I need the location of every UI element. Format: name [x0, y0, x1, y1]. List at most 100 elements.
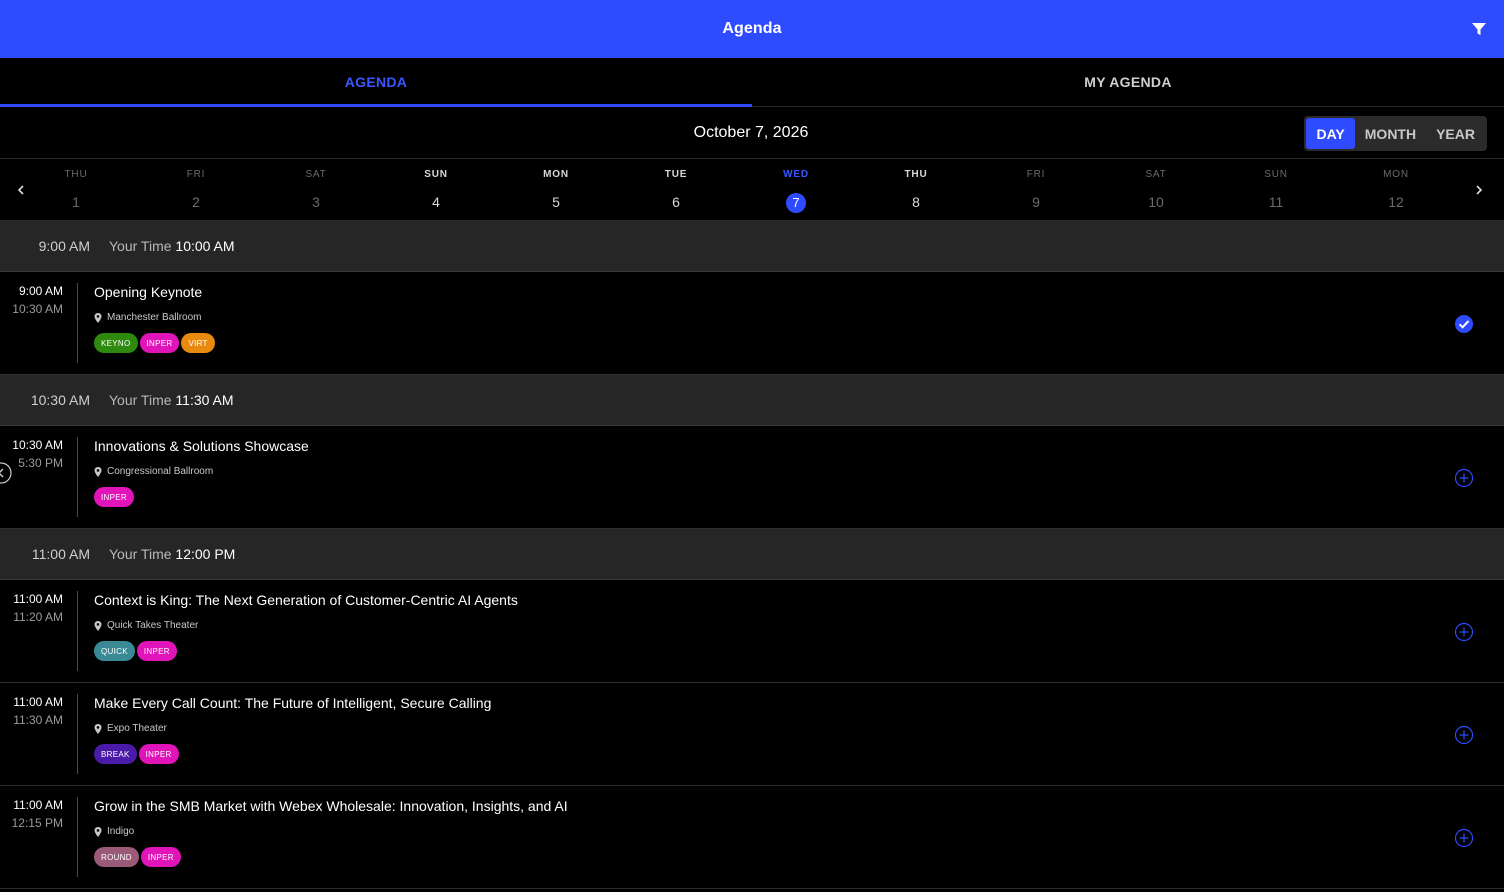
session-start-time: 11:00 AM: [13, 798, 63, 812]
day-item[interactable]: MON 5: [526, 169, 586, 212]
day-item[interactable]: FRI 9: [1006, 169, 1066, 212]
session-location: Expo Theater: [94, 723, 167, 734]
day-of-week: SAT: [305, 169, 327, 180]
session-start-time: 9:00 AM: [18, 284, 63, 298]
day-item[interactable]: MON 12: [1366, 169, 1426, 212]
day-number: 1: [46, 192, 106, 212]
day-number-text: 11: [1268, 194, 1284, 210]
chevron-right-icon[interactable]: [1469, 179, 1489, 201]
location-pin-icon: [94, 826, 102, 837]
location-pin-icon: [94, 312, 102, 323]
day-number-text: 6: [672, 194, 680, 210]
filter-icon[interactable]: [1468, 18, 1490, 40]
timeline-divider: [77, 591, 78, 671]
slot-time: 9:00 AM: [38, 238, 90, 254]
check-circle-icon[interactable]: [1454, 314, 1474, 334]
day-item[interactable]: FRI 2: [166, 169, 226, 212]
day-of-week: MON: [1383, 169, 1409, 180]
location-text: Quick Takes Theater: [107, 620, 199, 631]
add-circle-icon[interactable]: [1454, 622, 1474, 642]
day-number: 3: [286, 192, 346, 212]
session-tag: BREAK: [94, 744, 137, 764]
session-title[interactable]: Opening Keynote: [94, 284, 202, 300]
session-tag: INPER: [138, 744, 179, 764]
session-tag: KEYNO: [94, 333, 138, 353]
slot-your-time: Your Time 11:30 AM: [109, 392, 234, 408]
day-item[interactable]: WED 7: [766, 169, 826, 213]
tab-my-agenda[interactable]: MY AGENDA: [752, 58, 1504, 106]
day-number-text: 3: [312, 194, 320, 210]
add-circle-icon[interactable]: [1454, 828, 1474, 848]
day-number: 10: [1126, 192, 1186, 212]
your-time-label: Your Time: [109, 238, 172, 254]
chevron-left-icon[interactable]: [11, 179, 31, 201]
day-number-text: 1: [72, 194, 80, 210]
your-time-value: 10:00 AM: [175, 238, 235, 254]
session-row[interactable]: 11:00 AM 11:30 AM Make Every Call Count: T…: [0, 683, 1504, 786]
view-year-button[interactable]: YEAR: [1426, 118, 1485, 149]
day-number: 6: [646, 192, 706, 212]
session-title[interactable]: Make Every Call Count: The Future of Int…: [94, 695, 491, 711]
day-strip: THU 1 FRI 2 SAT 3 SUN 4 MON 5 TUE 6 WED 7 THU 8 FRI 9 SAT 1…: [0, 159, 1504, 221]
day-number-text: 2: [192, 194, 200, 210]
session-end-time: 11:20 AM: [13, 610, 63, 624]
session-title[interactable]: Innovations & Solutions Showcase: [94, 438, 309, 454]
tab-bar: AGENDA MY AGENDA: [0, 58, 1504, 107]
time-slot-header: 9:00 AM Your Time 10:00 AM: [0, 221, 1504, 272]
day-item[interactable]: THU 8: [886, 169, 946, 212]
session-tag: ROUND: [94, 847, 139, 867]
session-end-time: 5:30 PM: [18, 456, 63, 470]
session-location: Manchester Ballroom: [94, 312, 201, 323]
timeline-divider: [77, 437, 78, 517]
day-number-text: 12: [1388, 194, 1404, 210]
session-tags: ROUND INPER: [94, 847, 181, 867]
time-slot-header: 10:30 AM Your Time 11:30 AM: [0, 375, 1504, 426]
day-of-week: THU: [64, 169, 88, 180]
day-item[interactable]: TUE 6: [646, 169, 706, 212]
session-title[interactable]: Grow in the SMB Market with Webex Wholes…: [94, 798, 568, 814]
session-start-time: 11:00 AM: [13, 695, 63, 709]
slot-your-time: Your Time 10:00 AM: [109, 238, 235, 254]
day-number-text: 9: [1032, 194, 1040, 210]
day-of-week: THU: [904, 169, 928, 180]
day-of-week: WED: [783, 169, 809, 180]
your-time-label: Your Time: [109, 546, 172, 562]
session-tags: BREAK INPER: [94, 744, 179, 764]
session-tag: INPER: [140, 847, 181, 867]
day-item[interactable]: SUN 4: [406, 169, 466, 212]
session-tag: INPER: [139, 333, 180, 353]
session-location: Quick Takes Theater: [94, 620, 198, 631]
day-number: 11: [1246, 192, 1306, 212]
day-item[interactable]: SUN 11: [1246, 169, 1306, 212]
session-row[interactable]: 9:00 AM 10:30 AM Opening Keynote Manchester…: [0, 272, 1504, 375]
session-tag: VIRT: [181, 333, 215, 353]
day-of-week: SUN: [424, 169, 448, 180]
session-start-time: 10:30 AM: [12, 438, 63, 452]
session-row[interactable]: 11:00 AM 12:15 PM Grow in the SMB Market w…: [0, 786, 1504, 889]
day-of-week: TUE: [664, 169, 688, 180]
view-day-button[interactable]: DAY: [1306, 118, 1355, 149]
view-month-button[interactable]: MONTH: [1355, 118, 1426, 149]
location-text: Manchester Ballroom: [107, 312, 202, 323]
day-of-week: MON: [543, 169, 569, 180]
day-item[interactable]: THU 1: [46, 169, 106, 212]
your-time-label: Your Time: [109, 392, 172, 408]
your-time-value: 12:00 PM: [175, 546, 236, 562]
add-circle-icon[interactable]: [1454, 725, 1474, 745]
session-title[interactable]: Context is King: The Next Generation of …: [94, 592, 518, 608]
add-circle-icon[interactable]: [1454, 468, 1474, 488]
day-item[interactable]: SAT 3: [286, 169, 346, 212]
location-pin-icon: [94, 723, 102, 734]
current-date: October 7, 2026: [693, 124, 809, 141]
session-row[interactable]: 10:30 AM 5:30 PM Innovations & Solutions S…: [0, 426, 1504, 529]
collapse-panel-icon[interactable]: [0, 462, 12, 484]
day-of-week: FRI: [1026, 169, 1046, 180]
day-number: 9: [1006, 192, 1066, 212]
tab-agenda[interactable]: AGENDA: [0, 58, 752, 107]
session-end-time: 11:30 AM: [13, 713, 63, 727]
slot-time: 11:00 AM: [31, 546, 90, 562]
day-of-week: FRI: [186, 169, 206, 180]
day-item[interactable]: SAT 10: [1126, 169, 1186, 212]
session-row[interactable]: 11:00 AM 11:20 AM Context is King: The Nex…: [0, 580, 1504, 683]
timeline-divider: [77, 283, 78, 363]
